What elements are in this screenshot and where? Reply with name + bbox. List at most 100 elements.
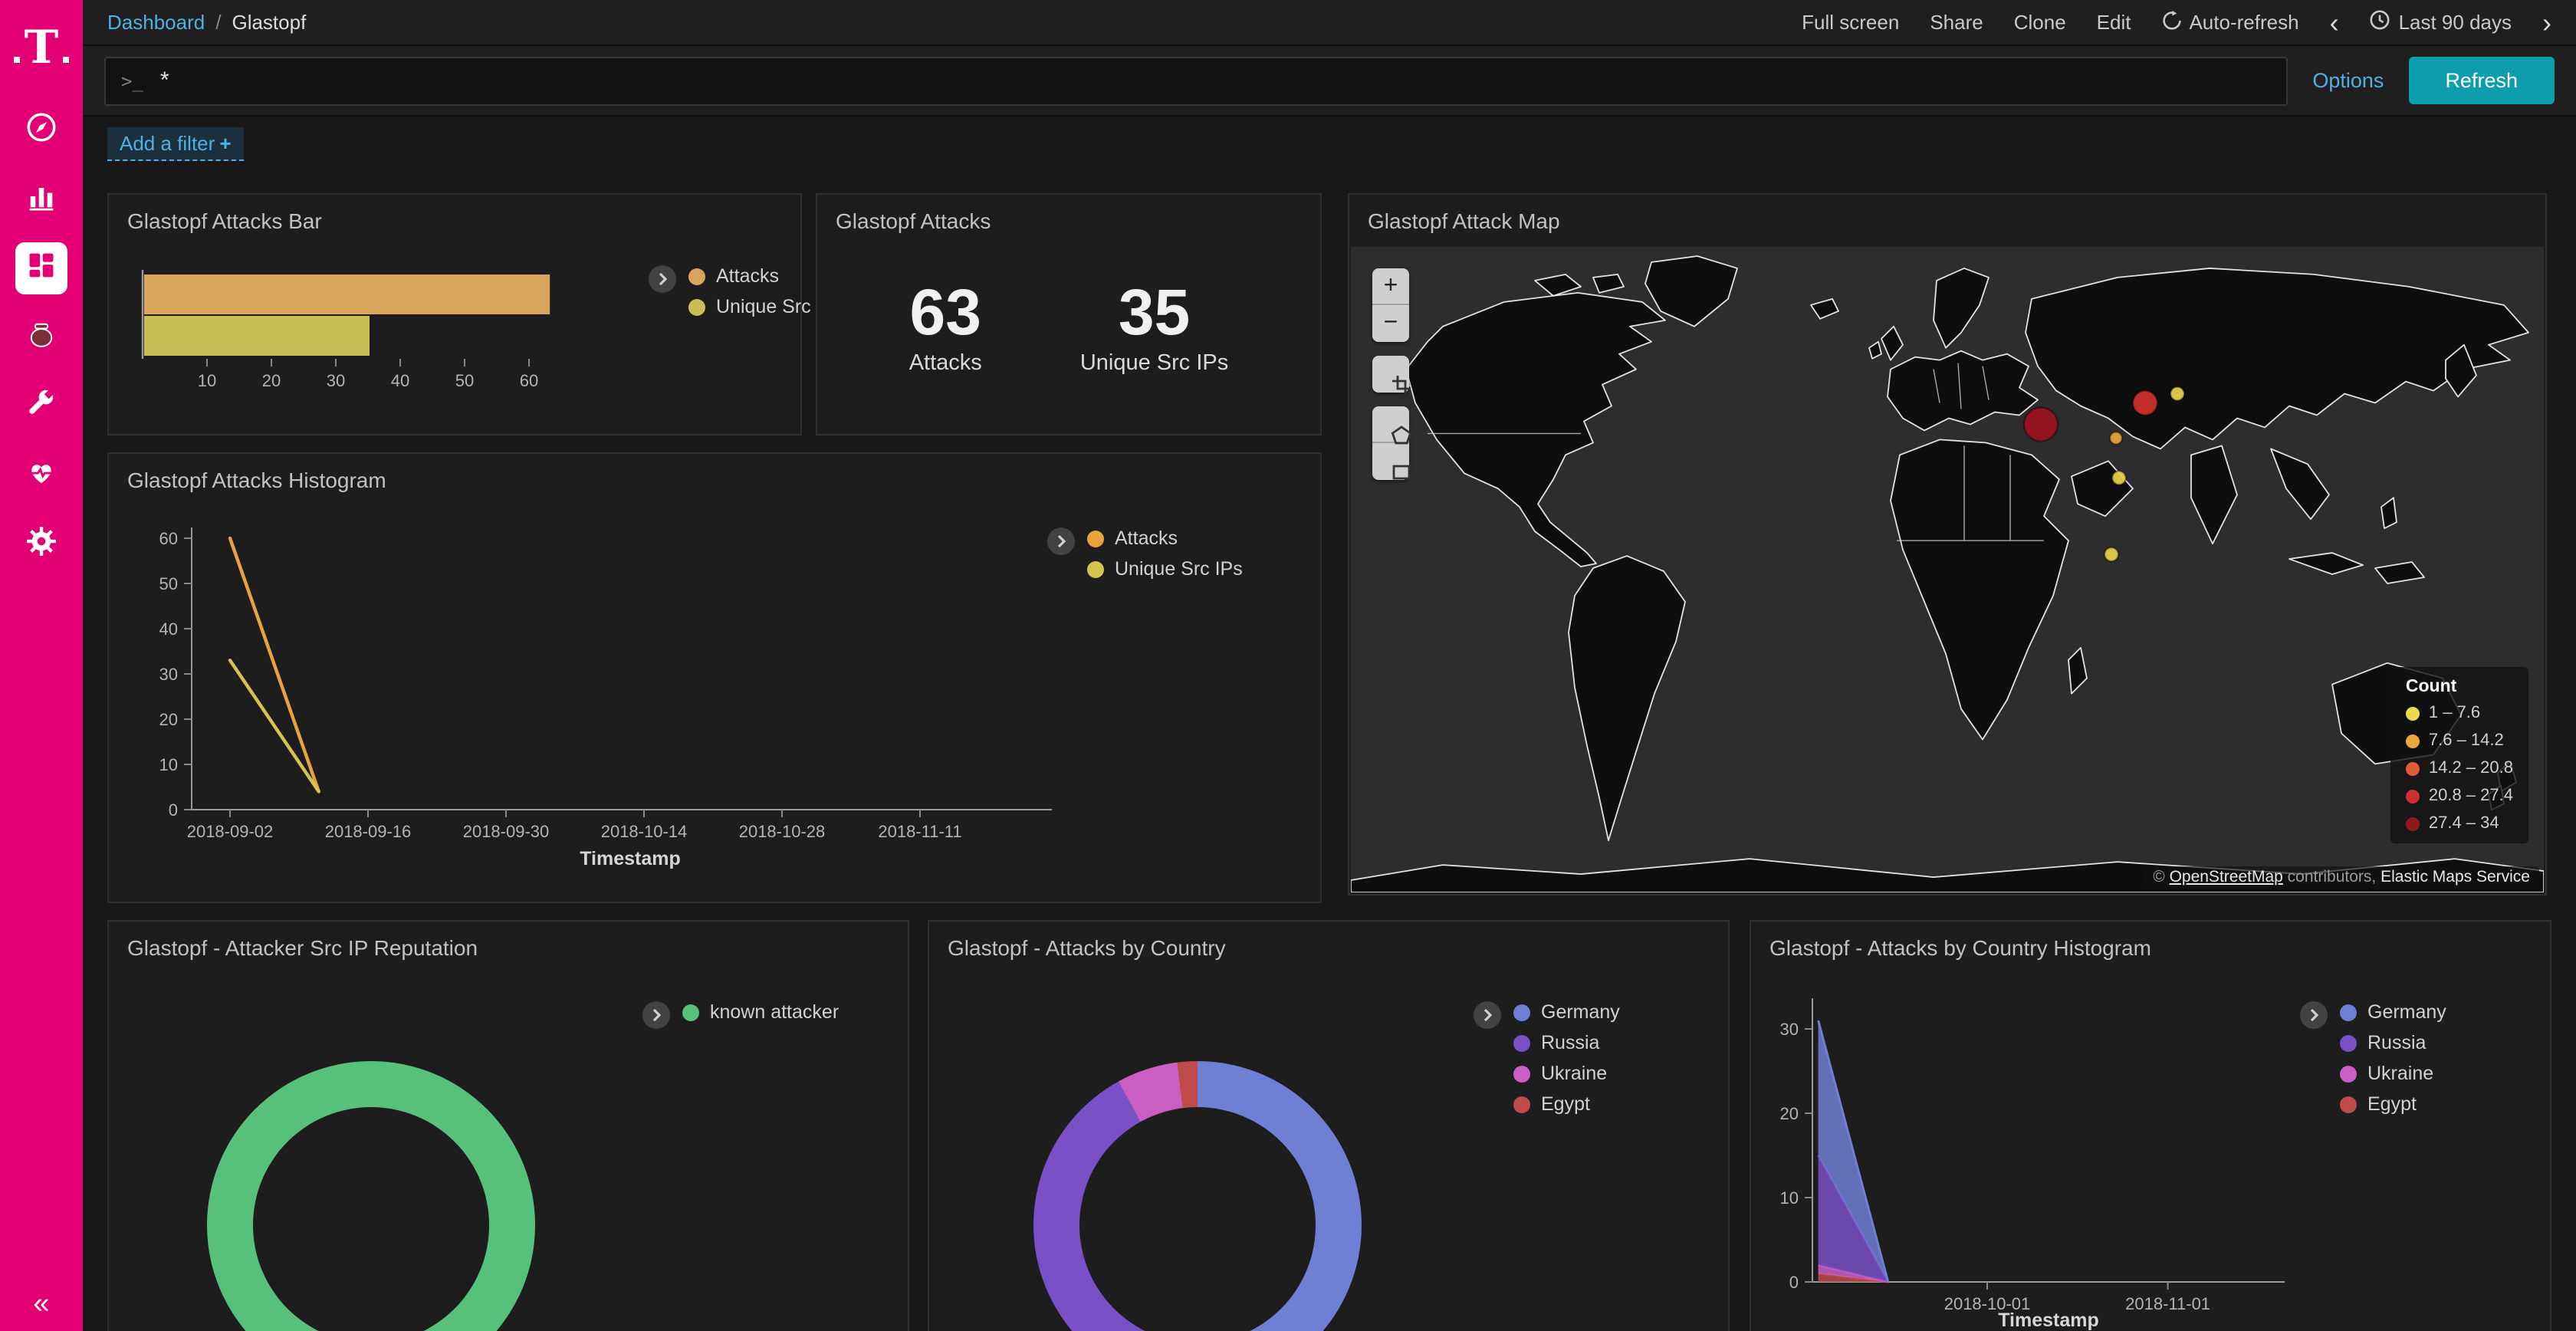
- collapse-nav-button[interactable]: «: [0, 1288, 83, 1322]
- legend-dot: [1513, 1004, 1530, 1020]
- svg-text:2018-11-11: 2018-11-11: [878, 822, 961, 841]
- map-zoom-out-button[interactable]: −: [1372, 305, 1409, 342]
- svg-text:60: 60: [159, 529, 178, 548]
- sidebar-item-devtools[interactable]: [15, 380, 67, 432]
- refresh-button[interactable]: Refresh: [2408, 57, 2555, 104]
- map-zoom-in-button[interactable]: +: [1372, 268, 1409, 305]
- query-bar: >_ * Options Refresh: [83, 46, 2576, 117]
- auto-refresh-button[interactable]: Auto-refresh: [2161, 10, 2298, 35]
- legend-label: Unique Src IPs: [1115, 558, 1243, 580]
- legend-item[interactable]: 27.4 – 34: [2406, 814, 2513, 833]
- filter-bar: Add a filter+: [83, 117, 2576, 172]
- breadcrumb-separator: /: [215, 11, 221, 34]
- legend-dot: [1087, 560, 1104, 577]
- legend-toggle-button[interactable]: [642, 1001, 670, 1029]
- reputation-donut-chart[interactable]: [207, 1061, 535, 1331]
- panel-title[interactable]: Glastopf Attacks Bar: [109, 195, 800, 247]
- add-filter-link[interactable]: Add a filter+: [107, 127, 244, 161]
- panel-title[interactable]: Glastopf - Attacks by Country: [929, 922, 1728, 974]
- metric-row: 63 Attacks 35 Unique Src IPs: [817, 281, 1320, 376]
- svg-text:20: 20: [159, 710, 178, 729]
- legend-item[interactable]: 14.2 – 20.8: [2406, 759, 2513, 777]
- legend-item[interactable]: Russia: [1513, 1032, 1620, 1053]
- panel-attacks-histogram: Glastopf Attacks Histogram 0102030405060…: [107, 452, 1322, 903]
- world-map[interactable]: [1351, 247, 2544, 892]
- donut-hole: [253, 1107, 489, 1331]
- sidebar-nav: [15, 104, 67, 570]
- map-fit-data-button[interactable]: [1372, 356, 1409, 393]
- sidebar-item-discover[interactable]: [15, 104, 67, 156]
- legend-item[interactable]: Ukraine: [2340, 1063, 2446, 1084]
- panel-attacks-bar: Glastopf Attacks Bar 102030405060 Attack…: [107, 193, 802, 435]
- clone-button[interactable]: Clone: [2014, 11, 2066, 34]
- legend-item[interactable]: 1 – 7.6: [2406, 704, 2513, 722]
- legend-label: Egypt: [1541, 1093, 1590, 1115]
- legend-item[interactable]: Egypt: [2340, 1093, 2446, 1115]
- legend-toggle-button[interactable]: [2300, 1001, 2328, 1029]
- options-link[interactable]: Options: [2312, 69, 2384, 92]
- legend-label: Ukraine: [1541, 1063, 1607, 1084]
- top-bar: Dashboard / Glastopf Full screen Share C…: [83, 0, 2576, 46]
- legend-toggle-button[interactable]: [1047, 527, 1075, 555]
- time-forward-button[interactable]: ›: [2542, 8, 2551, 36]
- time-back-button[interactable]: ‹: [2330, 8, 2339, 36]
- legend-item[interactable]: Unique Src IPs: [1087, 558, 1243, 580]
- sidebar-item-management[interactable]: [15, 518, 67, 570]
- legend-label: Egypt: [2367, 1093, 2417, 1115]
- legend-item[interactable]: 7.6 – 14.2: [2406, 731, 2513, 750]
- query-input[interactable]: >_ *: [104, 56, 2288, 105]
- panel-title[interactable]: Glastopf - Attacker Src IP Reputation: [109, 922, 908, 974]
- share-button[interactable]: Share: [1930, 11, 1983, 34]
- chart-legend: AttacksUnique Src IPs: [649, 265, 844, 317]
- panel-title[interactable]: Glastopf Attacks: [817, 195, 1320, 247]
- time-picker-button[interactable]: Last 90 days: [2370, 9, 2512, 35]
- legend-dot: [2340, 1096, 2357, 1112]
- metric-value: 35: [1080, 281, 1228, 345]
- country-donut-chart[interactable]: [1033, 1061, 1362, 1331]
- map-draw-polygon-button[interactable]: [1372, 406, 1409, 443]
- legend-item[interactable]: Egypt: [1513, 1093, 1620, 1115]
- legend-label: Germany: [2367, 1001, 2446, 1023]
- attacks-bar-chart[interactable]: 102030405060: [124, 262, 630, 416]
- full-screen-button[interactable]: Full screen: [1802, 11, 1899, 34]
- legend-dot: [688, 268, 705, 284]
- svg-text:30: 30: [159, 665, 178, 684]
- legend-label: Russia: [1541, 1032, 1599, 1053]
- legend-toggle-button[interactable]: [649, 265, 676, 293]
- svg-text:60: 60: [520, 371, 538, 390]
- legend-toggle-button[interactable]: [1474, 1001, 1501, 1029]
- panel-title[interactable]: Glastopf Attack Map: [1349, 195, 2545, 247]
- sidebar-item-monitoring[interactable]: [15, 449, 67, 501]
- panel-attacks-metric: Glastopf Attacks 63 Attacks 35 Unique Sr…: [816, 193, 1322, 435]
- edit-button[interactable]: Edit: [2097, 11, 2131, 34]
- svg-text:2018-10-28: 2018-10-28: [739, 822, 826, 841]
- legend-label: Germany: [1541, 1001, 1620, 1023]
- panel-title[interactable]: Glastopf Attacks Histogram: [109, 454, 1320, 506]
- legend-item[interactable]: known attacker: [682, 1001, 839, 1023]
- legend-item[interactable]: 20.8 – 27.4: [2406, 787, 2513, 805]
- legend-item[interactable]: Ukraine: [1513, 1063, 1620, 1084]
- legend-label: 20.8 – 27.4: [2429, 787, 2513, 805]
- legend-item[interactable]: Germany: [1513, 1001, 1620, 1023]
- legend-label: Attacks: [1115, 527, 1178, 549]
- svg-text:0: 0: [1789, 1273, 1799, 1292]
- sidebar-item-dashboard[interactable]: [15, 242, 67, 294]
- legend-item[interactable]: Russia: [2340, 1032, 2446, 1053]
- legend-item[interactable]: Attacks: [1087, 527, 1243, 549]
- metric-label: Unique Src IPs: [1080, 351, 1228, 376]
- panel-title[interactable]: Glastopf - Attacks by Country Histogram: [1751, 922, 2550, 974]
- sidebar-item-visualize[interactable]: [15, 173, 67, 225]
- clock-icon: [2370, 9, 2391, 35]
- legend-item[interactable]: Germany: [2340, 1001, 2446, 1023]
- breadcrumb: Dashboard / Glastopf: [107, 11, 306, 34]
- attacks-histogram-chart[interactable]: 01020304050602018-09-022018-09-162018-09…: [124, 503, 1136, 886]
- breadcrumb-dashboard-link[interactable]: Dashboard: [107, 11, 205, 34]
- svg-text:2018-11-01: 2018-11-01: [2125, 1294, 2210, 1313]
- chart-legend: Attacks Unique Src IPs: [1047, 527, 1243, 580]
- map-draw-rectangle-button[interactable]: [1372, 443, 1409, 480]
- chart-legend: Germany Russia Ukraine Egypt: [2300, 1001, 2446, 1115]
- svg-text:2018-09-30: 2018-09-30: [463, 822, 550, 841]
- openstreetmap-link[interactable]: OpenStreetMap: [2170, 868, 2283, 886]
- kibana-dashboard-app: T: [0, 0, 2576, 1331]
- sidebar-item-tpot[interactable]: [15, 311, 67, 363]
